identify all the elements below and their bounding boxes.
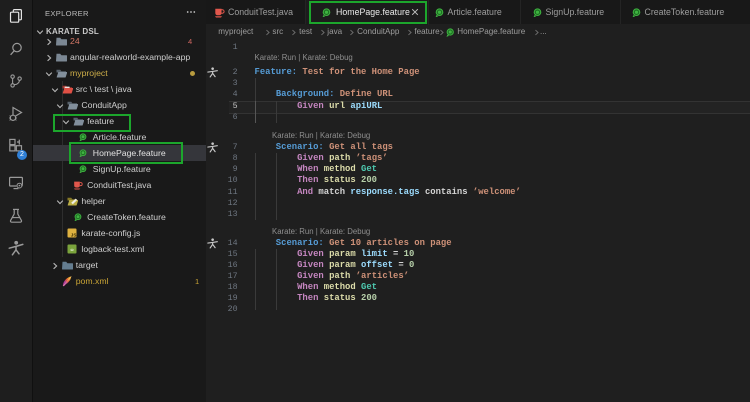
svg-text:JS: JS [71,233,77,238]
svg-text:‹›: ‹› [71,247,75,253]
